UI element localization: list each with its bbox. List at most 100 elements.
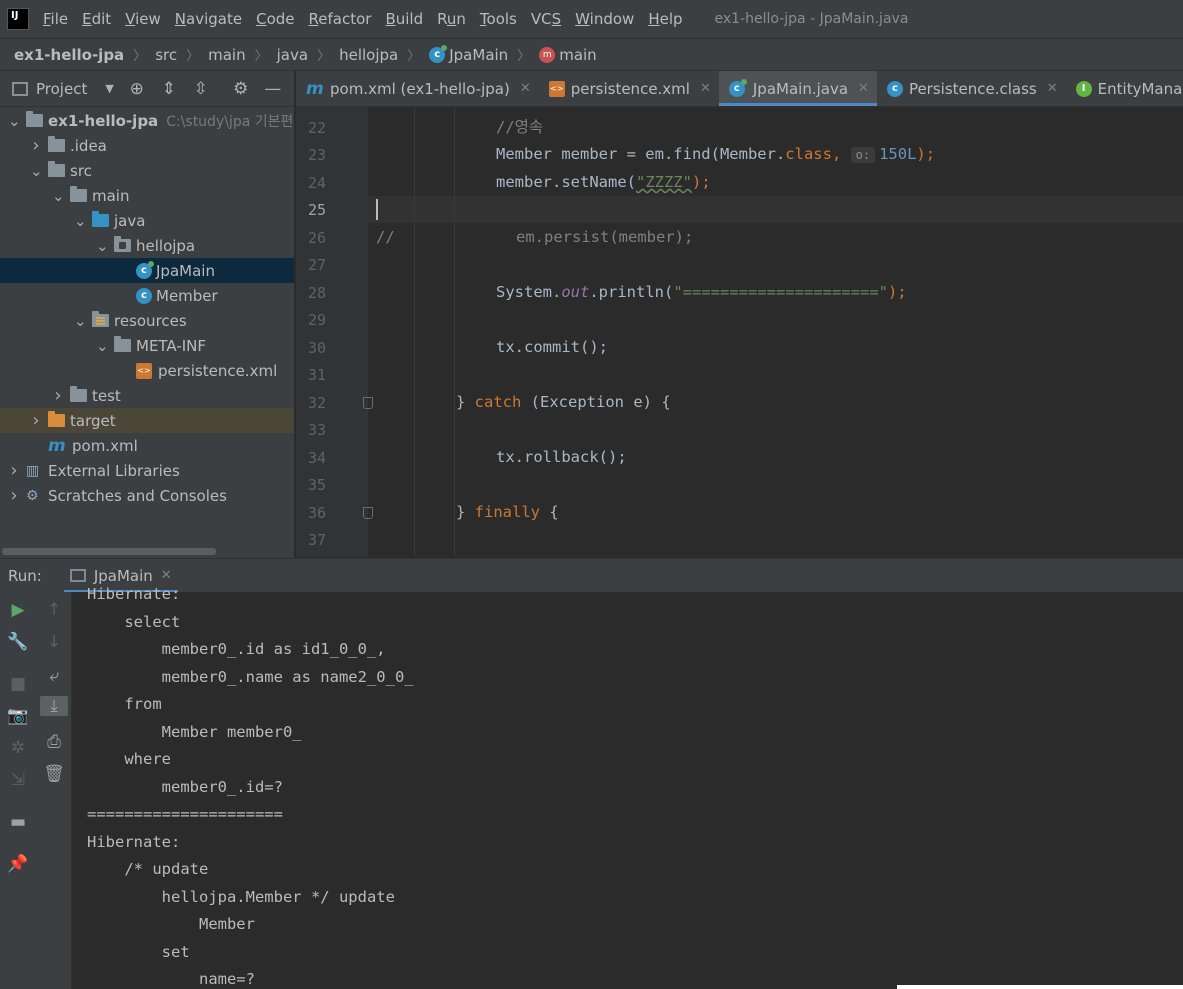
- tree-item-label: Scratches and Consoles: [48, 486, 227, 505]
- current-line-highlight: [368, 196, 1183, 223]
- scroll-to-end-icon[interactable]: ⤓: [40, 696, 68, 716]
- tree-item[interactable]: ⌄ main: [0, 183, 294, 208]
- tab-persistence-class[interactable]: c Persistence.class ✕: [877, 71, 1066, 106]
- breadcrumb-method[interactable]: m main: [539, 45, 597, 64]
- folder-icon: [114, 336, 131, 352]
- trash-icon[interactable]: 🗑: [36, 764, 72, 784]
- tree-item[interactable]: ⌄ resources: [0, 308, 294, 333]
- tree-item[interactable]: c JpaMain: [0, 258, 294, 283]
- locate-icon[interactable]: ⊕: [128, 79, 146, 99]
- menu-file[interactable]: File: [43, 10, 68, 28]
- menu-tools[interactable]: Tools: [480, 10, 517, 28]
- chevron-down-icon[interactable]: ⌄: [30, 162, 43, 180]
- tab-pom-xml[interactable]: m pom.xml (ex1-hello-jpa) ✕: [296, 71, 539, 106]
- pin-icon[interactable]: 📌: [0, 854, 36, 874]
- chevron-right-icon[interactable]: ›: [30, 410, 42, 431]
- tab-entitymanager-class[interactable]: I EntityManager.class: [1066, 71, 1183, 106]
- layout-icon[interactable]: ▬: [0, 812, 36, 832]
- chevron-down-icon[interactable]: ⌄: [74, 212, 87, 230]
- breadcrumb-class-label: JpaMain: [449, 45, 509, 64]
- close-icon[interactable]: ✕: [858, 81, 869, 96]
- console-line: hellojpa.Member */ update: [87, 887, 395, 906]
- console-line: /* update: [87, 860, 209, 878]
- tree-item[interactable]: › target: [0, 408, 294, 433]
- breadcrumb-project[interactable]: ex1-hello-jpa: [14, 46, 124, 64]
- chevron-down-icon[interactable]: ⌄: [8, 112, 21, 130]
- method-icon: m: [539, 46, 556, 63]
- horizontal-scrollbar[interactable]: [2, 548, 216, 555]
- tree-item[interactable]: ⌄ java: [0, 208, 294, 233]
- chevron-right-icon[interactable]: ›: [52, 385, 64, 406]
- chevron-right-icon[interactable]: ›: [8, 485, 20, 506]
- menu-build[interactable]: Build: [385, 10, 423, 28]
- tab-jpamain-java[interactable]: c JpaMain.java ✕: [718, 71, 877, 106]
- close-icon[interactable]: ✕: [1047, 81, 1058, 96]
- tree-item[interactable]: ⌄ hellojpa: [0, 233, 294, 258]
- code-line-36: } finally {: [456, 503, 559, 521]
- breadcrumb-src[interactable]: src: [155, 46, 177, 64]
- tree-item[interactable]: ⌄ src: [0, 158, 294, 183]
- tree-item[interactable]: › ⚙ Scratches and Consoles: [0, 483, 294, 508]
- chevron-down-icon[interactable]: ⌄: [52, 187, 65, 205]
- menu-vcs[interactable]: VCS: [531, 10, 561, 28]
- tree-item-label: pom.xml: [72, 436, 138, 455]
- collapse-all-icon[interactable]: ⇳: [192, 79, 210, 99]
- menu-navigate[interactable]: Navigate: [175, 10, 242, 28]
- chevron-right-icon: 〉: [407, 49, 421, 64]
- close-icon[interactable]: ✕: [700, 81, 711, 96]
- breadcrumb-class[interactable]: c JpaMain: [429, 44, 509, 64]
- menu-help[interactable]: Help: [648, 10, 682, 28]
- hide-icon[interactable]: —: [264, 79, 282, 99]
- camera-icon[interactable]: 📷: [0, 706, 36, 726]
- fold-marker-icon[interactable]: [363, 397, 373, 409]
- arrow-up-icon[interactable]: ↑: [36, 600, 72, 620]
- menu-code[interactable]: Code: [256, 10, 294, 28]
- tree-item[interactable]: › ▥ External Libraries: [0, 458, 294, 483]
- chevron-down-icon[interactable]: ⌄: [96, 337, 109, 355]
- debug-icon[interactable]: ✲: [0, 738, 36, 758]
- menu-edit[interactable]: Edit: [82, 10, 111, 28]
- print-icon[interactable]: ⎙: [36, 732, 72, 752]
- tab-persistence-xml[interactable]: <> persistence.xml ✕: [539, 71, 719, 106]
- line-number: 34: [307, 449, 326, 467]
- tree-item[interactable]: c Member: [0, 283, 294, 308]
- line-number: 37: [307, 531, 326, 549]
- chevron-down-icon[interactable]: ⌄: [74, 312, 87, 330]
- indent-guide: [414, 107, 415, 557]
- tree-item[interactable]: › .idea: [0, 133, 294, 158]
- breadcrumb-main[interactable]: main: [208, 46, 245, 64]
- wrench-icon[interactable]: 🔧: [0, 632, 36, 652]
- arrow-down-icon[interactable]: ↓: [36, 632, 72, 652]
- menu-refactor[interactable]: Refactor: [309, 10, 372, 28]
- tree-item[interactable]: m pom.xml: [0, 433, 294, 458]
- project-view-selector[interactable]: Project: [36, 80, 87, 98]
- chevron-right-icon[interactable]: ›: [30, 135, 42, 156]
- chevron-down-icon[interactable]: ⌄: [96, 237, 109, 255]
- tree-item[interactable]: ⌄ META-INF: [0, 333, 294, 358]
- tree-item[interactable]: › test: [0, 383, 294, 408]
- code-editor[interactable]: [368, 107, 1183, 557]
- rerun-icon[interactable]: ▶: [0, 600, 36, 620]
- breadcrumb-java[interactable]: java: [277, 46, 308, 64]
- close-icon[interactable]: ✕: [161, 568, 172, 583]
- menu-window[interactable]: Window: [575, 10, 634, 28]
- tree-item[interactable]: ⌄ ex1-hello-jpa C:\study\jpa 기본편: [0, 108, 294, 133]
- expand-all-icon[interactable]: ⇕: [160, 79, 178, 99]
- fold-marker-icon[interactable]: [363, 507, 373, 519]
- close-icon[interactable]: ✕: [520, 81, 531, 96]
- chevron-down-icon[interactable]: ▼: [105, 82, 113, 95]
- breadcrumb-package[interactable]: hellojpa: [339, 46, 398, 64]
- console-line: Hibernate:: [87, 585, 181, 603]
- tree-item[interactable]: <> persistence.xml: [0, 358, 294, 383]
- login-icon[interactable]: ⇲: [0, 770, 36, 790]
- code-line-26: //: [376, 228, 395, 246]
- stop-icon[interactable]: ■: [0, 674, 36, 694]
- console-icon: [69, 569, 86, 582]
- menu-view[interactable]: View: [125, 10, 161, 28]
- gear-icon[interactable]: ⚙: [232, 79, 250, 99]
- menu-run[interactable]: Run: [437, 10, 466, 28]
- breadcrumb-method-label: main: [559, 45, 597, 64]
- chevron-right-icon[interactable]: ›: [8, 460, 20, 481]
- soft-wrap-icon[interactable]: ⤶: [36, 666, 72, 686]
- tree-item-label: resources: [114, 311, 187, 330]
